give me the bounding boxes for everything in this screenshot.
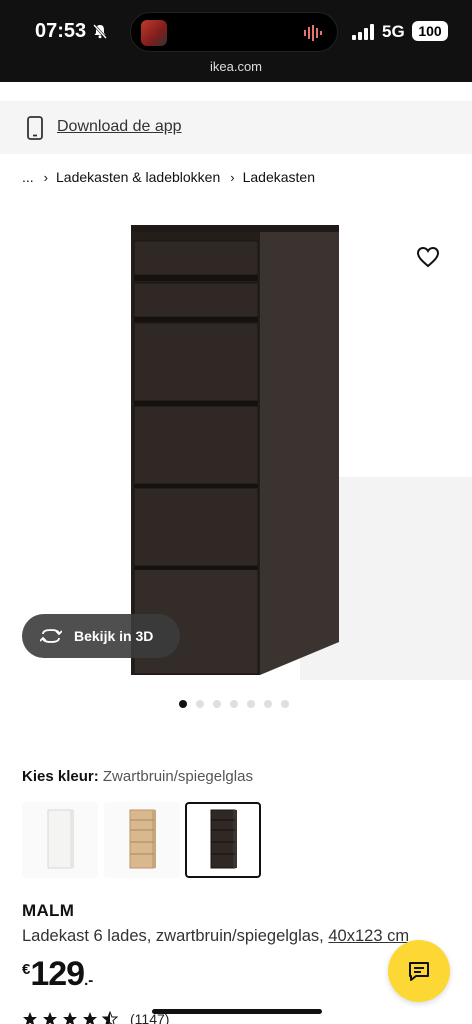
breadcrumb-item[interactable]: Ladekasten & ladeblokken [56, 169, 220, 185]
pagination-dot[interactable] [230, 700, 238, 708]
dynamic-island[interactable] [130, 12, 338, 52]
audio-wave-icon [304, 25, 322, 41]
color-swatch-black-brown[interactable] [185, 802, 261, 878]
pagination-dot[interactable] [179, 700, 187, 708]
price-whole: 129 [30, 955, 85, 993]
selected-color: Zwartbruin/spiegelglas [102, 768, 253, 785]
view-3d-label: Bekijk in 3D [74, 628, 154, 644]
color-swatch-white[interactable] [22, 802, 98, 878]
price-decimal: .- [84, 972, 94, 989]
price-currency: € [22, 961, 31, 978]
star-icon [43, 1012, 57, 1024]
star-icon [63, 1012, 77, 1024]
home-indicator[interactable] [152, 1009, 322, 1014]
product-name: MALM [22, 901, 75, 920]
now-playing-artwork [141, 20, 167, 46]
download-app-link[interactable]: Download de app [57, 118, 182, 136]
network-type: 5G [382, 22, 405, 41]
view-3d-button[interactable]: Bekijk in 3D [22, 614, 180, 658]
url-bar[interactable]: ikea.com [0, 59, 472, 74]
pagination-dot[interactable] [247, 700, 255, 708]
star-icon [83, 1012, 97, 1024]
pagination-dot[interactable] [213, 700, 221, 708]
color-label: Kies kleur: Zwartbruin/spiegelglas [22, 768, 253, 785]
bell-slash-icon [93, 24, 107, 39]
star-icon [23, 1012, 37, 1024]
breadcrumb-ellipsis[interactable]: ... [22, 169, 34, 185]
product-description-text: Ladekast 6 lades, zwartbruin/spiegelglas… [22, 927, 324, 945]
pagination-dot[interactable] [196, 700, 204, 708]
breadcrumb-item[interactable]: Ladekasten [243, 169, 315, 185]
chevron-right-icon: › [230, 169, 235, 185]
product-rating[interactable]: (1147) [22, 1011, 169, 1024]
chevron-right-icon: › [43, 169, 49, 185]
color-label-title: Kies kleur: [22, 768, 99, 785]
product-price: € 129 .- [22, 955, 93, 994]
color-swatch-oak[interactable] [104, 802, 180, 878]
chat-icon [409, 962, 429, 981]
rotate-3d-icon [40, 629, 62, 643]
product-dimensions-link[interactable]: 40x123 cm [328, 927, 409, 945]
pagination-dot[interactable] [281, 700, 289, 708]
app-download-banner[interactable]: Download de app [0, 101, 472, 154]
signal-icon [352, 24, 374, 40]
status-bar: 07:53 5G 100 ikea.com [0, 0, 472, 82]
chat-button[interactable] [388, 940, 450, 1002]
breadcrumb: ... › Ladekasten & ladeblokken › Ladekas… [22, 169, 315, 185]
phone-icon [27, 116, 43, 140]
battery-icon: 100 [412, 21, 448, 41]
heart-icon[interactable] [416, 246, 440, 268]
image-pagination [179, 700, 289, 708]
pagination-dot[interactable] [264, 700, 272, 708]
status-time: 07:53 [35, 20, 87, 42]
half-star-icon [102, 1011, 118, 1024]
product-description: Ladekast 6 lades, zwartbruin/spiegelglas… [22, 927, 409, 946]
product-image[interactable] [0, 205, 472, 680]
